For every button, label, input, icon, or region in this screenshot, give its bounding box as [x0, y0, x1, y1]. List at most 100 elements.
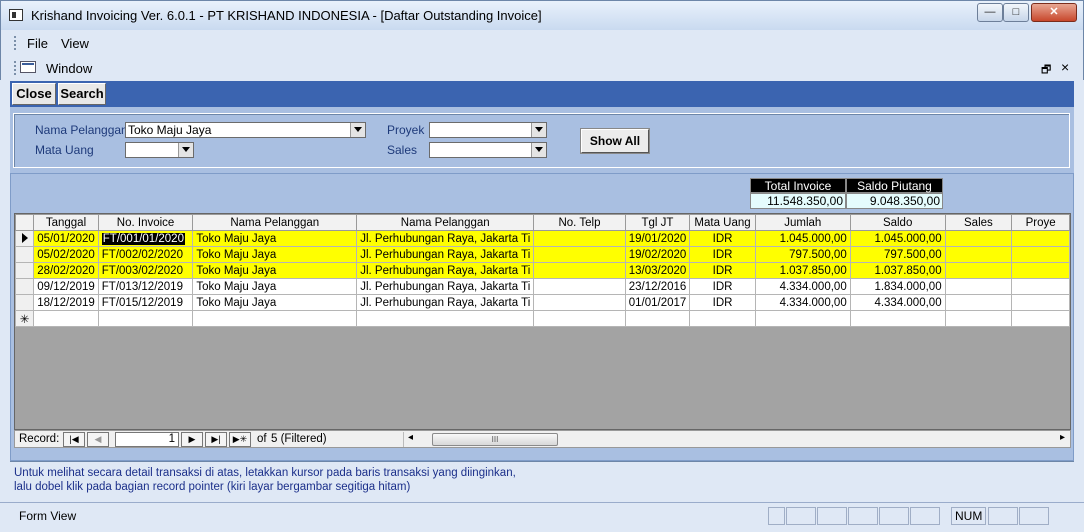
- menu-grip-icon[interactable]: [14, 36, 17, 50]
- col-no-telp[interactable]: No. Telp: [533, 214, 626, 231]
- cell-tgl-jt[interactable]: 19/01/2020: [624, 230, 691, 247]
- cell-proyek[interactable]: [1011, 262, 1070, 279]
- col-no-invoice[interactable]: No. Invoice: [97, 214, 194, 231]
- current-record-input[interactable]: 1: [115, 432, 179, 447]
- cell-mata-uang[interactable]: IDR: [689, 230, 756, 247]
- cell-saldo[interactable]: 1.045.000,00: [849, 230, 946, 247]
- chevron-down-icon[interactable]: [178, 143, 193, 157]
- col-proyek[interactable]: Proye: [1011, 214, 1070, 231]
- mata-uang-combo[interactable]: [125, 142, 194, 158]
- cell-jumlah[interactable]: 797.500,00: [754, 246, 851, 263]
- table-row[interactable]: 18/12/2019 FT/015/12/2019 Toko Maju Jaya…: [15, 294, 1070, 311]
- menu-view[interactable]: View: [61, 36, 89, 51]
- col-nama-pelanggan[interactable]: Nama Pelanggan: [192, 214, 358, 231]
- cell-saldo[interactable]: 1.037.850,00: [849, 262, 946, 279]
- cell-empty[interactable]: [356, 310, 535, 327]
- row-selector-header[interactable]: [15, 214, 35, 231]
- col-sales[interactable]: Sales: [944, 214, 1013, 231]
- cell-sales[interactable]: [944, 278, 1013, 295]
- scroll-thumb[interactable]: III: [432, 433, 558, 446]
- cell-proyek[interactable]: [1011, 246, 1070, 263]
- cell-empty[interactable]: [689, 310, 756, 327]
- cell-proyek[interactable]: [1011, 278, 1070, 295]
- cell-mata-uang[interactable]: IDR: [689, 262, 756, 279]
- cell-sales[interactable]: [944, 262, 1013, 279]
- cell-sales[interactable]: [944, 294, 1013, 311]
- table-row[interactable]: 05/02/2020 FT/002/02/2020 Toko Maju Jaya…: [15, 246, 1070, 263]
- cell-nama-pelanggan[interactable]: Toko Maju Jaya: [192, 278, 358, 295]
- cell-alamat[interactable]: Jl. Perhubungan Raya, Jakarta Ti: [356, 294, 535, 311]
- cell-sales[interactable]: [944, 230, 1013, 247]
- cell-no-invoice[interactable]: FT/002/02/2020: [97, 246, 194, 263]
- cell-alamat[interactable]: Jl. Perhubungan Raya, Jakarta Ti: [356, 246, 535, 263]
- cell-no-telp[interactable]: [533, 294, 626, 311]
- cell-jumlah[interactable]: 1.045.000,00: [754, 230, 851, 247]
- new-record-icon[interactable]: ✳: [15, 310, 35, 327]
- cell-no-telp[interactable]: [533, 278, 626, 295]
- app-icon[interactable]: [9, 9, 23, 21]
- cell-sales[interactable]: [944, 246, 1013, 263]
- close-window-button[interactable]: ✕: [1031, 3, 1077, 22]
- cell-no-telp[interactable]: [533, 246, 626, 263]
- chevron-down-icon[interactable]: [350, 123, 365, 137]
- menu-window[interactable]: Window: [46, 61, 92, 76]
- col-tgl-jt[interactable]: Tgl JT: [624, 214, 691, 231]
- cell-mata-uang[interactable]: IDR: [689, 278, 756, 295]
- chevron-down-icon[interactable]: [531, 143, 546, 157]
- scroll-right-icon[interactable]: ▸: [1060, 432, 1065, 443]
- table-row[interactable]: 28/02/2020 FT/003/02/2020 Toko Maju Jaya…: [15, 262, 1070, 279]
- show-all-button[interactable]: Show All: [580, 128, 650, 154]
- close-child-icon[interactable]: ×: [1061, 59, 1069, 75]
- horizontal-scrollbar[interactable]: ◂ III ▸: [403, 432, 1069, 447]
- window-menu-grip-icon[interactable]: [14, 61, 17, 75]
- maximize-button[interactable]: □: [1003, 3, 1029, 22]
- chevron-down-icon[interactable]: [531, 123, 546, 137]
- close-button[interactable]: Close: [12, 83, 56, 105]
- cell-alamat[interactable]: Jl. Perhubungan Raya, Jakarta Ti: [356, 278, 535, 295]
- cell-saldo[interactable]: 1.834.000,00: [849, 278, 946, 295]
- cell-tgl-jt[interactable]: 23/12/2016: [624, 278, 691, 295]
- cell-empty[interactable]: [754, 310, 851, 327]
- table-row[interactable]: 05/01/2020 FT/001/01/2020 Toko Maju Jaya…: [15, 230, 1070, 247]
- cell-tanggal[interactable]: 18/12/2019: [33, 294, 99, 311]
- cell-empty[interactable]: [33, 310, 99, 327]
- cell-tanggal[interactable]: 28/02/2020: [33, 262, 99, 279]
- previous-record-button[interactable]: ◀: [87, 432, 109, 447]
- col-tanggal[interactable]: Tanggal: [33, 214, 99, 231]
- cell-empty[interactable]: [624, 310, 691, 327]
- nama-pelanggan-combo[interactable]: Toko Maju Jaya: [125, 122, 366, 138]
- cell-tgl-jt[interactable]: 01/01/2017: [624, 294, 691, 311]
- cell-nama-pelanggan[interactable]: Toko Maju Jaya: [192, 246, 358, 263]
- cell-no-invoice[interactable]: FT/003/02/2020: [97, 262, 194, 279]
- cell-saldo[interactable]: 4.334.000,00: [849, 294, 946, 311]
- minimize-button[interactable]: —: [977, 3, 1003, 22]
- sales-combo[interactable]: [429, 142, 547, 158]
- cell-proyek[interactable]: [1011, 230, 1070, 247]
- cell-alamat[interactable]: Jl. Perhubungan Raya, Jakarta Ti: [356, 230, 535, 247]
- cell-no-telp[interactable]: [533, 230, 626, 247]
- cell-tanggal[interactable]: 09/12/2019: [33, 278, 99, 295]
- first-record-button[interactable]: |◀: [63, 432, 85, 447]
- cell-empty[interactable]: [849, 310, 946, 327]
- cell-tanggal[interactable]: 05/01/2020: [33, 230, 99, 247]
- col-alamat-pelanggan[interactable]: Nama Pelanggan: [356, 214, 535, 231]
- cell-jumlah[interactable]: 4.334.000,00: [754, 294, 851, 311]
- cell-nama-pelanggan[interactable]: Toko Maju Jaya: [192, 294, 358, 311]
- cell-nama-pelanggan[interactable]: Toko Maju Jaya: [192, 262, 358, 279]
- table-row[interactable]: 09/12/2019 FT/013/12/2019 Toko Maju Jaya…: [15, 278, 1070, 295]
- cell-tgl-jt[interactable]: 13/03/2020: [624, 262, 691, 279]
- cell-jumlah[interactable]: 4.334.000,00: [754, 278, 851, 295]
- cell-mata-uang[interactable]: IDR: [689, 246, 756, 263]
- col-mata-uang[interactable]: Mata Uang: [689, 214, 756, 231]
- cell-empty[interactable]: [944, 310, 1013, 327]
- next-record-button[interactable]: ▶: [181, 432, 203, 447]
- cell-no-invoice[interactable]: FT/013/12/2019: [97, 278, 194, 295]
- cell-nama-pelanggan[interactable]: Toko Maju Jaya: [192, 230, 358, 247]
- search-button[interactable]: Search: [58, 83, 106, 105]
- cell-alamat[interactable]: Jl. Perhubungan Raya, Jakarta Ti: [356, 262, 535, 279]
- cell-empty[interactable]: [97, 310, 194, 327]
- cell-no-telp[interactable]: [533, 262, 626, 279]
- record-selector[interactable]: [15, 262, 35, 279]
- cell-empty[interactable]: [192, 310, 358, 327]
- restore-icon[interactable]: 🗗: [1041, 61, 1051, 80]
